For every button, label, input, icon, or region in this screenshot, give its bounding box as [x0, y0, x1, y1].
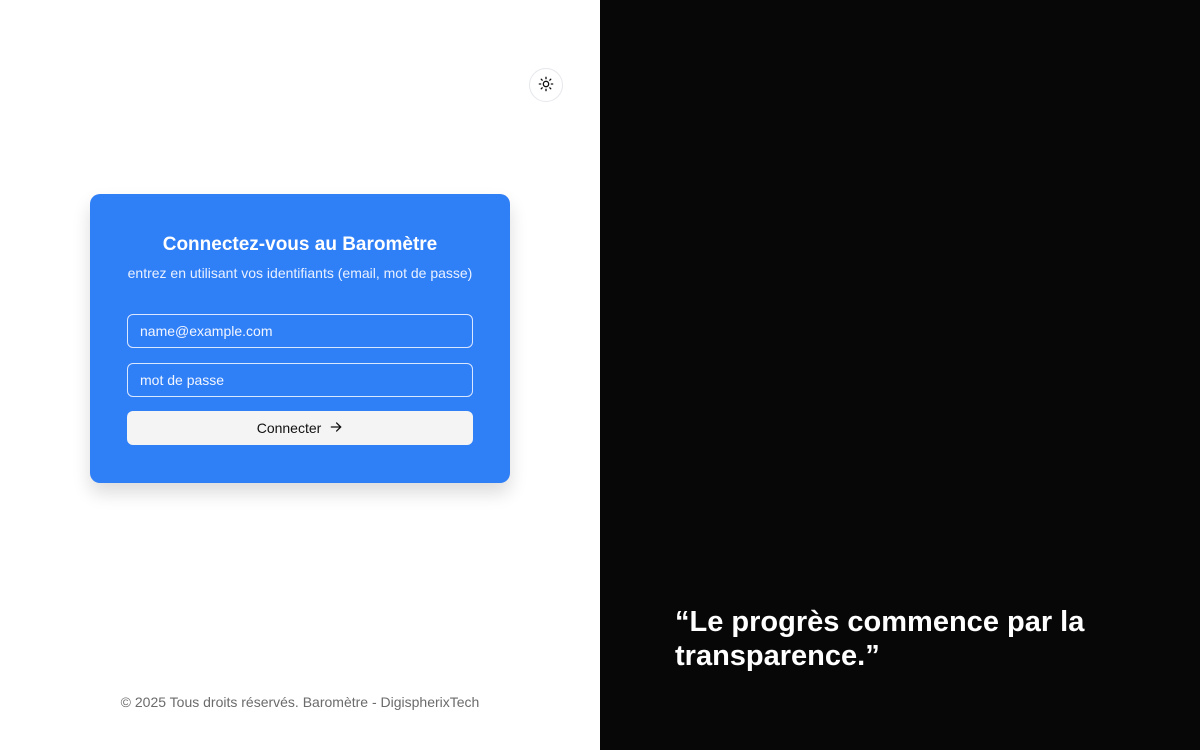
password-field[interactable] — [127, 363, 473, 397]
email-field[interactable] — [127, 314, 473, 348]
connect-button[interactable]: Connecter — [127, 411, 473, 445]
quote-text: “Le progrès commence par la transparence… — [675, 606, 1085, 672]
login-title: Connectez-vous au Baromètre — [162, 234, 438, 255]
login-subtitle: entrez en utilisant vos identifiants (em… — [127, 265, 473, 281]
arrow-right-icon — [329, 420, 343, 437]
connect-button-label: Connecter — [256, 420, 322, 436]
login-pane: Connectez-vous au Baromètre entrez en ut… — [0, 0, 600, 750]
footer-copyright: © 2025 Tous droits réservés. Baromètre -… — [120, 694, 480, 710]
sun-icon — [538, 76, 554, 95]
login-card: Connectez-vous au Baromètre entrez en ut… — [90, 194, 510, 483]
theme-toggle-button[interactable] — [529, 68, 563, 102]
